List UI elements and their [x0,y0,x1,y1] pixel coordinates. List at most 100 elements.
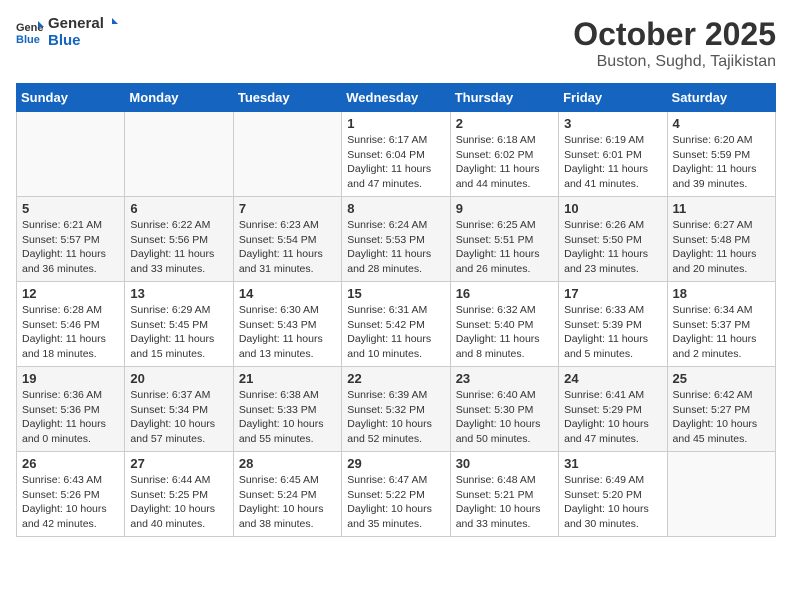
day-number: 29 [347,456,444,471]
calendar-cell: 12 Sunrise: 6:28 AM Sunset: 5:46 PM Dayli… [17,282,125,367]
day-number: 18 [673,286,770,301]
calendar-cell: 28Sunrise: 6:45 AM Sunset: 5:24 PM Dayli… [233,452,341,537]
calendar-cell: 7Sunrise: 6:23 AM Sunset: 5:54 PM Daylig… [233,197,341,282]
calendar-cell: 1 Sunrise: 6:17 AM Sunset: 6:04 PM Daylig… [342,112,450,197]
day-info: Sunrise: 6:42 AM Sunset: 5:27 PM Dayligh… [673,388,770,447]
calendar-cell: 14Sunrise: 6:30 AM Sunset: 5:43 PM Dayli… [233,282,341,367]
calendar-week-row-2: 12 Sunrise: 6:28 AM Sunset: 5:46 PM Dayli… [17,282,776,367]
day-number: 5 [22,201,119,216]
day-number: 3 [564,116,661,131]
svg-text:Blue: Blue [16,34,40,46]
day-info: Sunrise: 6:41 AM Sunset: 5:29 PM Dayligh… [564,388,661,447]
calendar-cell: 6 Sunrise: 6:22 AM Sunset: 5:56 PM Daylig… [125,197,233,282]
day-number: 27 [130,456,227,471]
day-info: Sunrise: 6:28 AM Sunset: 5:46 PM Dayligh… [22,303,119,362]
calendar-week-row-1: 5Sunrise: 6:21 AM Sunset: 5:57 PM Daylig… [17,197,776,282]
logo: General Blue General Blue [16,16,119,49]
day-info: Sunrise: 6:34 AM Sunset: 5:37 PM Dayligh… [673,303,770,362]
calendar-cell: 9 Sunrise: 6:25 AM Sunset: 5:51 PM Daylig… [450,197,558,282]
calendar-cell: 26 Sunrise: 6:43 AM Sunset: 5:26 PM Dayli… [17,452,125,537]
day-info: Sunrise: 6:44 AM Sunset: 5:25 PM Dayligh… [130,473,227,532]
day-number: 9 [456,201,553,216]
day-info: Sunrise: 6:22 AM Sunset: 5:56 PM Dayligh… [130,218,227,277]
day-number: 21 [239,371,336,386]
day-number: 22 [347,371,444,386]
calendar-cell: 5Sunrise: 6:21 AM Sunset: 5:57 PM Daylig… [17,197,125,282]
calendar-cell: 19 Sunrise: 6:36 AM Sunset: 5:36 PM Dayli… [17,367,125,452]
calendar-cell [17,112,125,197]
day-info: Sunrise: 6:26 AM Sunset: 5:50 PM Dayligh… [564,218,661,277]
day-info: Sunrise: 6:27 AM Sunset: 5:48 PM Dayligh… [673,218,770,277]
day-number: 26 [22,456,119,471]
day-number: 13 [130,286,227,301]
calendar-header-friday: Friday [559,84,667,112]
day-info: Sunrise: 6:31 AM Sunset: 5:42 PM Dayligh… [347,303,444,362]
day-number: 10 [564,201,661,216]
day-number: 20 [130,371,227,386]
day-number: 4 [673,116,770,131]
day-number: 17 [564,286,661,301]
day-info: Sunrise: 6:49 AM Sunset: 5:20 PM Dayligh… [564,473,661,532]
logo-general: General [48,15,104,32]
day-info: Sunrise: 6:33 AM Sunset: 5:39 PM Dayligh… [564,303,661,362]
month-title: October 2025 [573,16,776,53]
day-number: 25 [673,371,770,386]
calendar-cell: 22 Sunrise: 6:39 AM Sunset: 5:32 PM Dayli… [342,367,450,452]
calendar-cell: 29 Sunrise: 6:47 AM Sunset: 5:22 PM Dayli… [342,452,450,537]
day-info: Sunrise: 6:23 AM Sunset: 5:54 PM Dayligh… [239,218,336,277]
calendar-cell: 13 Sunrise: 6:29 AM Sunset: 5:45 PM Dayli… [125,282,233,367]
calendar-cell: 2 Sunrise: 6:18 AM Sunset: 6:02 PM Daylig… [450,112,558,197]
day-info: Sunrise: 6:17 AM Sunset: 6:04 PM Dayligh… [347,133,444,192]
calendar-cell: 25 Sunrise: 6:42 AM Sunset: 5:27 PM Dayli… [667,367,775,452]
day-info: Sunrise: 6:19 AM Sunset: 6:01 PM Dayligh… [564,133,661,192]
day-number: 28 [239,456,336,471]
location-title: Buston, Sughd, Tajikistan [573,53,776,71]
calendar-header-saturday: Saturday [667,84,775,112]
day-number: 19 [22,371,119,386]
calendar-header-row: SundayMondayTuesdayWednesdayThursdayFrid… [17,84,776,112]
calendar-week-row-3: 19 Sunrise: 6:36 AM Sunset: 5:36 PM Dayli… [17,367,776,452]
day-number: 6 [130,201,227,216]
day-info: Sunrise: 6:30 AM Sunset: 5:43 PM Dayligh… [239,303,336,362]
day-number: 1 [347,116,444,131]
day-info: Sunrise: 6:36 AM Sunset: 5:36 PM Dayligh… [22,388,119,447]
day-info: Sunrise: 6:43 AM Sunset: 5:26 PM Dayligh… [22,473,119,532]
day-number: 2 [456,116,553,131]
calendar-header-thursday: Thursday [450,84,558,112]
day-info: Sunrise: 6:24 AM Sunset: 5:53 PM Dayligh… [347,218,444,277]
calendar-cell: 11 Sunrise: 6:27 AM Sunset: 5:48 PM Dayli… [667,197,775,282]
day-number: 12 [22,286,119,301]
calendar-cell: 8Sunrise: 6:24 AM Sunset: 5:53 PM Daylig… [342,197,450,282]
calendar-cell: 3 Sunrise: 6:19 AM Sunset: 6:01 PM Daylig… [559,112,667,197]
day-number: 11 [673,201,770,216]
calendar-cell: 16 Sunrise: 6:32 AM Sunset: 5:40 PM Dayli… [450,282,558,367]
day-info: Sunrise: 6:18 AM Sunset: 6:02 PM Dayligh… [456,133,553,192]
calendar-cell: 30Sunrise: 6:48 AM Sunset: 5:21 PM Dayli… [450,452,558,537]
day-info: Sunrise: 6:25 AM Sunset: 5:51 PM Dayligh… [456,218,553,277]
calendar-header-tuesday: Tuesday [233,84,341,112]
calendar-cell: 20 Sunrise: 6:37 AM Sunset: 5:34 PM Dayli… [125,367,233,452]
day-number: 31 [564,456,661,471]
day-number: 30 [456,456,553,471]
day-info: Sunrise: 6:38 AM Sunset: 5:33 PM Dayligh… [239,388,336,447]
day-info: Sunrise: 6:47 AM Sunset: 5:22 PM Dayligh… [347,473,444,532]
day-info: Sunrise: 6:39 AM Sunset: 5:32 PM Dayligh… [347,388,444,447]
calendar-cell [125,112,233,197]
day-number: 15 [347,286,444,301]
title-block: October 2025 Buston, Sughd, Tajikistan [573,16,776,71]
day-info: Sunrise: 6:29 AM Sunset: 5:45 PM Dayligh… [130,303,227,362]
calendar-cell: 23 Sunrise: 6:40 AM Sunset: 5:30 PM Dayli… [450,367,558,452]
day-info: Sunrise: 6:20 AM Sunset: 5:59 PM Dayligh… [673,133,770,192]
calendar-cell: 15 Sunrise: 6:31 AM Sunset: 5:42 PM Dayli… [342,282,450,367]
calendar-cell: 21 Sunrise: 6:38 AM Sunset: 5:33 PM Dayli… [233,367,341,452]
calendar-cell: 10 Sunrise: 6:26 AM Sunset: 5:50 PM Dayli… [559,197,667,282]
calendar-cell: 17 Sunrise: 6:33 AM Sunset: 5:39 PM Dayli… [559,282,667,367]
day-info: Sunrise: 6:32 AM Sunset: 5:40 PM Dayligh… [456,303,553,362]
day-number: 23 [456,371,553,386]
day-info: Sunrise: 6:37 AM Sunset: 5:34 PM Dayligh… [130,388,227,447]
day-number: 16 [456,286,553,301]
calendar-week-row-0: 1 Sunrise: 6:17 AM Sunset: 6:04 PM Daylig… [17,112,776,197]
day-info: Sunrise: 6:40 AM Sunset: 5:30 PM Dayligh… [456,388,553,447]
calendar-cell: 4 Sunrise: 6:20 AM Sunset: 5:59 PM Daylig… [667,112,775,197]
calendar-header-sunday: Sunday [17,84,125,112]
